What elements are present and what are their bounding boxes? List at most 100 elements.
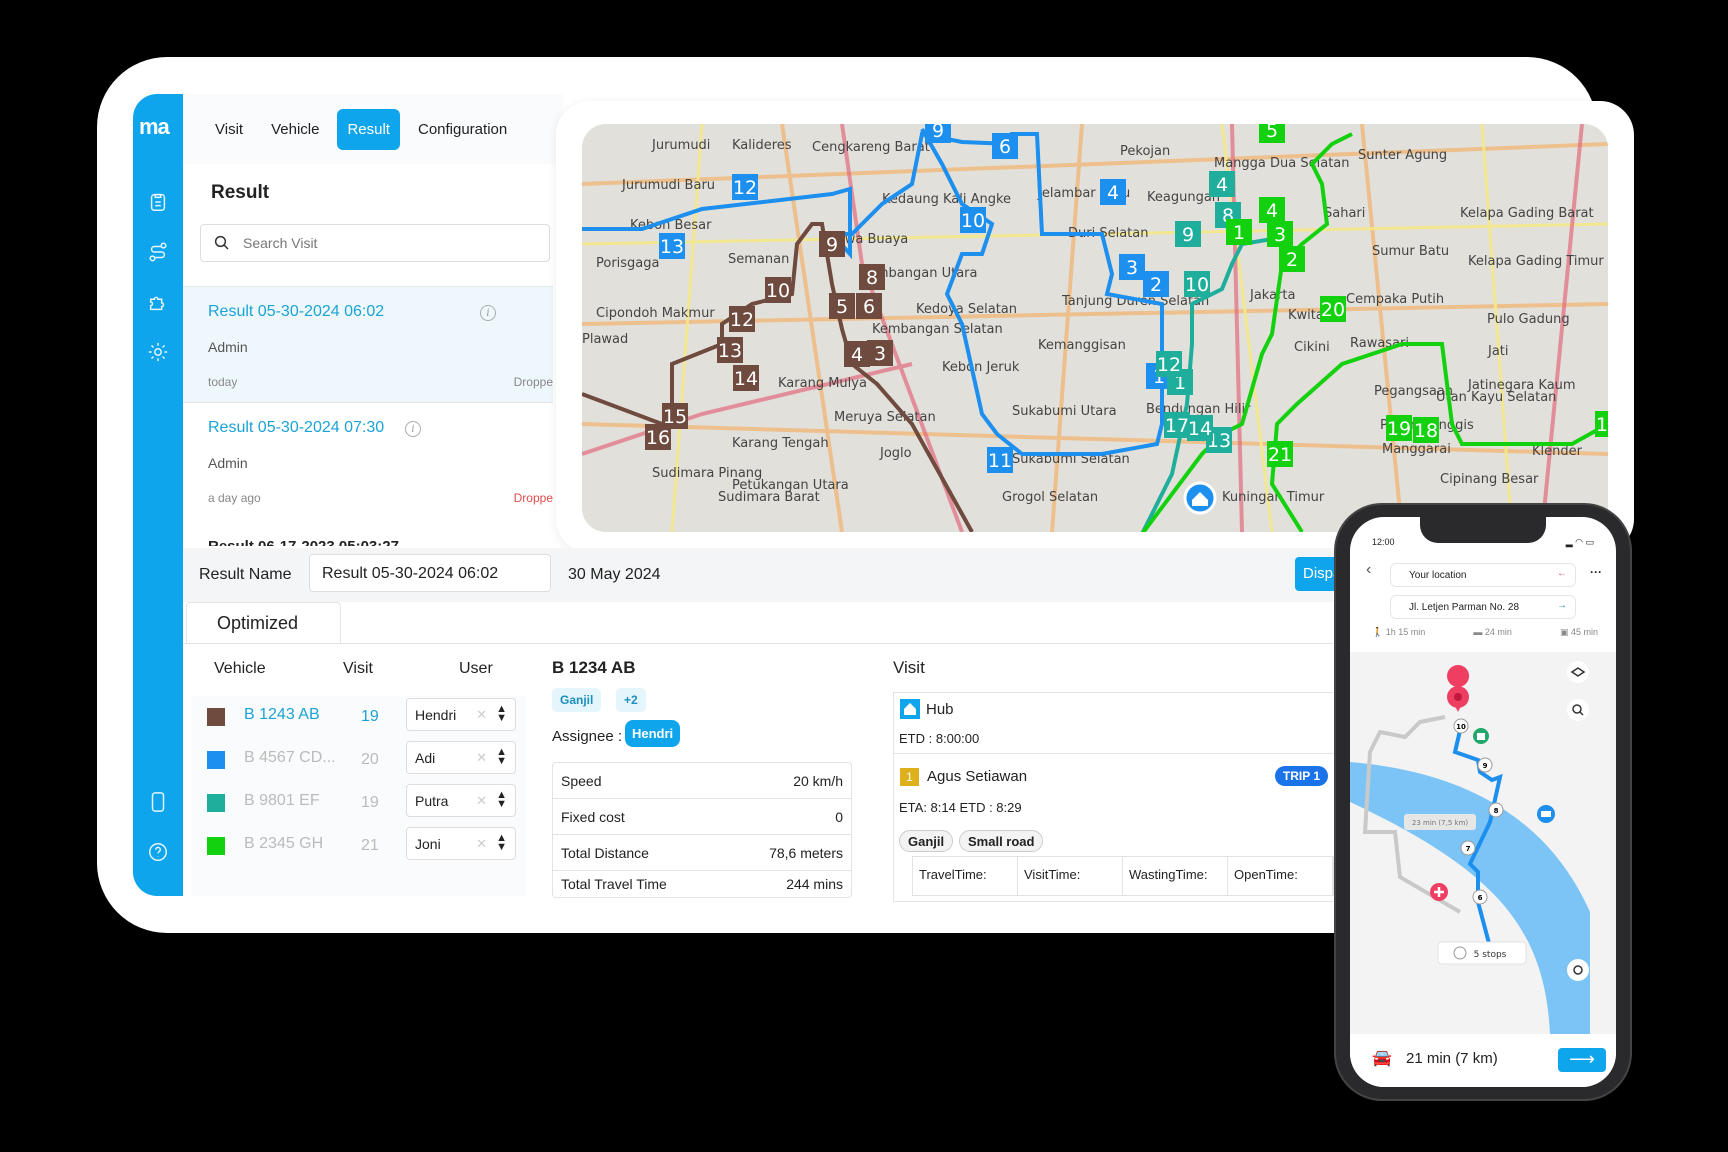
route-stop-marker[interactable]: 2 [1279,246,1305,272]
sort-icon[interactable]: ▲ ▼ [496,747,507,767]
destination-field[interactable]: Jl. Letjen Parman No. 28 → [1390,595,1576,619]
route-stop-marker[interactable]: 13 [659,233,685,259]
layers-button[interactable] [1567,661,1589,683]
sort-icon[interactable]: ▲ ▼ [496,790,507,810]
back-icon[interactable]: ‹ [1366,561,1371,579]
route-stop-marker[interactable]: 10 [765,277,791,303]
route-stop-marker[interactable]: 20 [1320,296,1346,322]
user-select[interactable]: Joni ✕ ▲ ▼ [406,827,516,860]
sort-icon[interactable]: ▲ ▼ [496,704,507,724]
shop-pin[interactable] [1473,728,1489,744]
vehicle-name[interactable]: B 4567 CD... [244,749,336,767]
search-button[interactable] [1567,699,1589,721]
taxi-mode[interactable]: ▬ 24 min [1473,627,1512,638]
route-stop-marker[interactable]: 14 [1187,415,1213,441]
route-stop-marker[interactable]: 13 [717,337,743,363]
walk-mode[interactable]: 🚶 1h 15 min [1372,627,1425,638]
route-stop-marker[interactable]: 3 [1119,254,1145,280]
clear-icon[interactable]: ✕ [476,750,487,766]
result-item[interactable]: Result 05-30-2024 06:02 i Admin today Dr… [183,286,553,402]
svg-text:8: 8 [1494,807,1499,815]
more-icon[interactable]: ··· [1590,565,1602,579]
user-select[interactable]: Hendri ✕ ▲ ▼ [406,698,516,731]
route-stop-marker[interactable]: 12 [732,174,758,200]
phone-notch [1420,517,1546,543]
info-icon[interactable]: i [405,421,421,437]
tab-result[interactable]: Result [337,108,400,150]
route-stop-marker[interactable]: 12 [1156,351,1182,377]
clear-icon[interactable]: ✕ [476,793,487,809]
vehicle-name[interactable]: B 1243 AB [244,706,320,724]
route-stop-marker[interactable]: 2 [1143,271,1169,297]
route-stop-marker[interactable]: 10 [1184,271,1210,297]
vehicle-row[interactable]: B 1243 AB 19 Hendri ✕ ▲ ▼ [191,696,526,738]
route-stop-marker[interactable]: 17 [1595,411,1608,437]
route-map[interactable]: Jurumudi Kalideres Cengkareng Barat Jurumud… [582,124,1608,532]
hub-marker[interactable] [1183,481,1217,515]
vehicle-row[interactable]: B 9801 EF 19 Putra ✕ ▲ ▼ [191,782,526,824]
destination-pin[interactable] [1447,665,1470,712]
locate-button[interactable] [1567,959,1589,981]
phone-map[interactable]: 10 9 8 7 6 23 min (7,5 km) 5 stops [1350,652,1616,1034]
tab-visit[interactable]: Visit [205,109,253,150]
clear-icon[interactable]: ✕ [476,707,487,723]
route-stop-marker[interactable]: 12 [729,306,755,332]
hub-entry[interactable]: Hub [900,699,954,719]
basket-pin[interactable] [1537,805,1555,823]
route-stop-marker[interactable]: 1 [1226,219,1252,245]
route-stop-marker[interactable]: 21 [1267,441,1293,467]
phone-icon[interactable] [146,790,170,814]
vehicle-row[interactable]: B 4567 CD... 20 Adi ✕ ▲ ▼ [191,739,526,781]
route-stop-marker[interactable]: 9 [925,124,951,143]
route-stop-marker[interactable]: 19 [1386,415,1412,441]
route-stop-marker[interactable]: 8 [859,264,885,290]
route-stop-marker[interactable]: 6 [856,293,882,319]
route-stop-marker[interactable]: 5 [1259,124,1285,143]
origin-field[interactable]: Your location ← [1390,563,1576,587]
sort-icon[interactable]: ▲ ▼ [496,833,507,853]
result-name-input[interactable]: Result 05-30-2024 06:02 [309,554,551,592]
svg-text:8: 8 [866,267,878,289]
visit-stop[interactable]: 1 Agus Setiawan TRIP 1 ETA: 8:14 ETD : 8… [894,753,1334,903]
route-stop-marker[interactable]: 6 [992,133,1018,159]
route-stop-marker[interactable]: 3 [867,340,893,366]
user-select[interactable]: Putra ✕ ▲ ▼ [406,784,516,817]
route-stop-marker[interactable]: 4 [1100,179,1126,205]
info-icon[interactable]: i [480,305,496,321]
route-stop-marker[interactable]: 11 [987,447,1013,473]
route-stop-marker[interactable]: 18 [1413,417,1439,443]
tab-configuration[interactable]: Configuration [408,109,517,150]
route-stop-marker[interactable]: 9 [1175,221,1201,247]
route-stop-marker[interactable]: 5 [829,293,855,319]
route-stop-marker[interactable]: 14 [733,365,759,391]
clear-icon[interactable]: ✕ [476,836,487,852]
route-stop-marker[interactable]: 3 [1267,221,1293,247]
tab-vehicle[interactable]: Vehicle [261,109,329,150]
map-canvas[interactable]: Jurumudi Kalideres Cengkareng Barat Jurumud… [582,124,1608,532]
more-tags-chip[interactable]: +2 [616,688,646,712]
hospital-pin[interactable] [1430,883,1448,901]
gear-icon[interactable] [146,340,170,364]
result-item-partial[interactable]: Result 06-17-2023 05:03:27 [208,536,399,546]
search-input[interactable]: Search Visit [200,224,550,262]
clipboard-icon[interactable] [146,190,170,214]
user-select[interactable]: Adi ✕ ▲ ▼ [406,741,516,774]
vehicle-name[interactable]: B 9801 EF [244,792,320,810]
puzzle-icon[interactable] [146,290,170,314]
result-item[interactable]: Result 05-30-2024 07:30 i Admin a day ag… [183,402,553,518]
route-stop-marker[interactable]: 4 [1259,197,1285,223]
help-icon[interactable] [146,840,170,864]
route-stop-marker[interactable]: 16 [645,424,671,450]
vehicle-name[interactable]: B 2345 GH [244,835,323,853]
bus-mode[interactable]: ▣ 45 min [1560,627,1598,638]
route-stop-marker[interactable]: 9 [819,231,845,257]
vehicle-row[interactable]: B 2345 GH 21 Joni ✕ ▲ ▼ [191,825,526,867]
route-stop-marker[interactable]: 10 [960,207,986,233]
route-stop-marker[interactable]: 17 [1164,412,1190,438]
tab-optimized[interactable]: Optimized [186,602,341,644]
route-stop-marker[interactable]: 4 [1209,171,1235,197]
start-navigation-button[interactable]: ⟶ [1558,1048,1606,1072]
svg-text:3: 3 [1274,224,1286,246]
route-icon[interactable] [146,240,170,264]
route-stop-marker[interactable]: 4 [844,341,870,367]
